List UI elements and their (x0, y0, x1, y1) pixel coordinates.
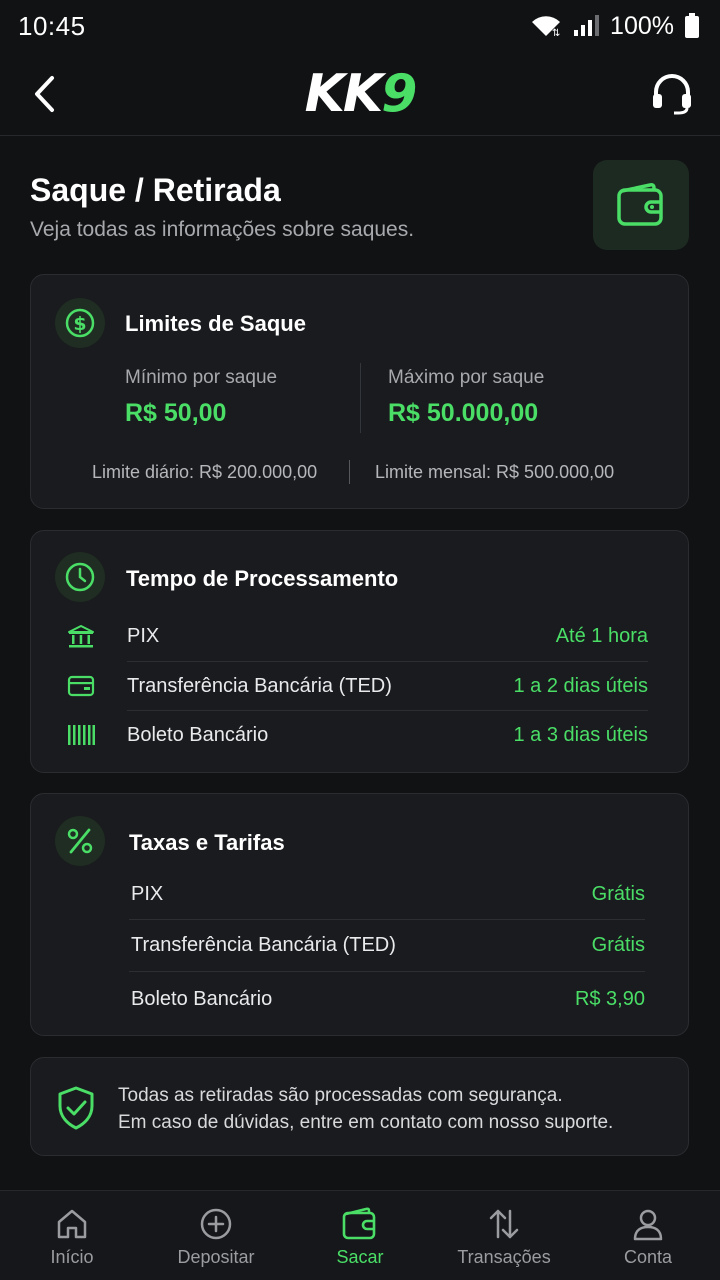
fee-row: PIX Grátis (131, 870, 645, 919)
monthly-limit: Limite mensal: R$ 500.000,00 (375, 462, 615, 482)
plus-circle-icon (200, 1208, 232, 1240)
processing-time-card: Tempo de Processamento PIX Até 1 hora Tr… (30, 530, 689, 773)
home-icon (57, 1209, 87, 1239)
divider (129, 919, 645, 920)
withdrawal-limits-card: $ Limites de Saque Mínimo por saque R$ 5… (30, 274, 689, 509)
fee-method: Boleto Bancário (131, 988, 273, 1010)
method-name: Transferência Bancária (TED) (127, 675, 392, 697)
fee-value: R$ 3,90 (574, 988, 645, 1010)
logo-text: KK (304, 63, 384, 124)
wallet-icon (617, 183, 663, 226)
status-bar: 10:45 ⇅ 100% (0, 0, 720, 52)
wifi-icon: ⇅ (530, 14, 562, 38)
signal-icon (572, 14, 600, 38)
nav-item-conta[interactable]: Conta (576, 1191, 720, 1280)
wallet-badge (593, 160, 689, 250)
method-time: Até 1 hora (555, 625, 648, 647)
page-subtitle: Veja todas as informações sobre saques. (30, 218, 415, 241)
security-line-1: Todas as retiradas são processadas com s… (118, 1085, 563, 1106)
clock-icon (55, 552, 105, 602)
fee-value: Grátis (591, 934, 645, 956)
nav-label: Conta (623, 1247, 673, 1267)
nav-item-transacoes[interactable]: Transações (432, 1191, 576, 1280)
barcode-icon (67, 721, 95, 749)
max-value: R$ 50.000,00 (388, 399, 539, 427)
bottom-nav: Início Depositar Sacar Transações Conta (0, 1190, 720, 1280)
status-time: 10:45 (18, 10, 86, 41)
nav-label: Início (50, 1247, 94, 1267)
nav-item-sacar[interactable]: Sacar (288, 1191, 432, 1280)
processing-row: PIX Até 1 hora (127, 612, 648, 661)
max-label: Máximo por saque (388, 367, 545, 388)
method-time: 1 a 2 dias úteis (513, 675, 648, 697)
method-name: Boleto Bancário (127, 724, 269, 746)
svg-text:⇅: ⇅ (552, 28, 560, 38)
percent-icon (55, 816, 105, 866)
fee-method: PIX (131, 883, 164, 905)
bank-icon (67, 623, 95, 651)
limits-title: Limites de Saque (125, 311, 306, 336)
battery-icon (684, 13, 700, 39)
method-name: PIX (127, 625, 160, 647)
processing-row: Boleto Bancário 1 a 3 dias úteis (127, 711, 648, 760)
svg-text:$: $ (73, 313, 86, 335)
daily-limit: Limite diário: R$ 200.000,00 (92, 462, 318, 482)
logo-accent: 9 (381, 63, 417, 124)
fee-value: Grátis (591, 883, 645, 905)
shield-check-icon (56, 1086, 96, 1135)
user-icon (633, 1209, 663, 1241)
nav-label: Sacar (336, 1247, 384, 1267)
security-notice: Todas as retiradas são processadas com s… (30, 1057, 689, 1156)
min-value: R$ 50,00 (125, 399, 227, 427)
security-line-2: Em caso de dúvidas, entre em contato com… (118, 1112, 614, 1133)
nav-label: Depositar (177, 1247, 255, 1267)
status-icons: ⇅ 100% (530, 12, 700, 41)
support-button[interactable] (648, 70, 696, 118)
chevron-left-icon (35, 75, 54, 112)
fee-method: Transferência Bancária (TED) (131, 934, 396, 956)
divider (360, 363, 361, 433)
security-message: Todas as retiradas são processadas com s… (118, 1082, 613, 1136)
processing-row: Transferência Bancária (TED) 1 a 2 dias … (127, 662, 648, 711)
divider (129, 971, 645, 972)
transfer-icon (489, 1209, 519, 1239)
fees-title: Taxas e Tarifas (129, 830, 285, 855)
divider (349, 460, 350, 484)
method-time: 1 a 3 dias úteis (513, 724, 648, 746)
brand-logo: KK9 (304, 63, 418, 124)
dollar-icon: $ (55, 298, 105, 348)
headset-icon (653, 73, 691, 114)
fee-row: Boleto Bancário R$ 3,90 (131, 975, 645, 1024)
back-button[interactable] (24, 74, 64, 114)
processing-title: Tempo de Processamento (126, 566, 399, 591)
fees-card: Taxas e Tarifas PIX Grátis Transferência… (30, 793, 689, 1036)
page-title: Saque / Retirada (30, 172, 281, 208)
fee-row: Transferência Bancária (TED) Grátis (131, 921, 645, 970)
min-label: Mínimo por saque (125, 367, 278, 388)
nav-item-inicio[interactable]: Início (0, 1191, 144, 1280)
app-header: KK9 (0, 52, 720, 136)
card-icon (67, 672, 95, 700)
battery-percent: 100% (610, 11, 674, 40)
wallet-icon (342, 1207, 376, 1240)
nav-label: Transações (457, 1247, 551, 1267)
nav-item-depositar[interactable]: Depositar (144, 1191, 288, 1280)
